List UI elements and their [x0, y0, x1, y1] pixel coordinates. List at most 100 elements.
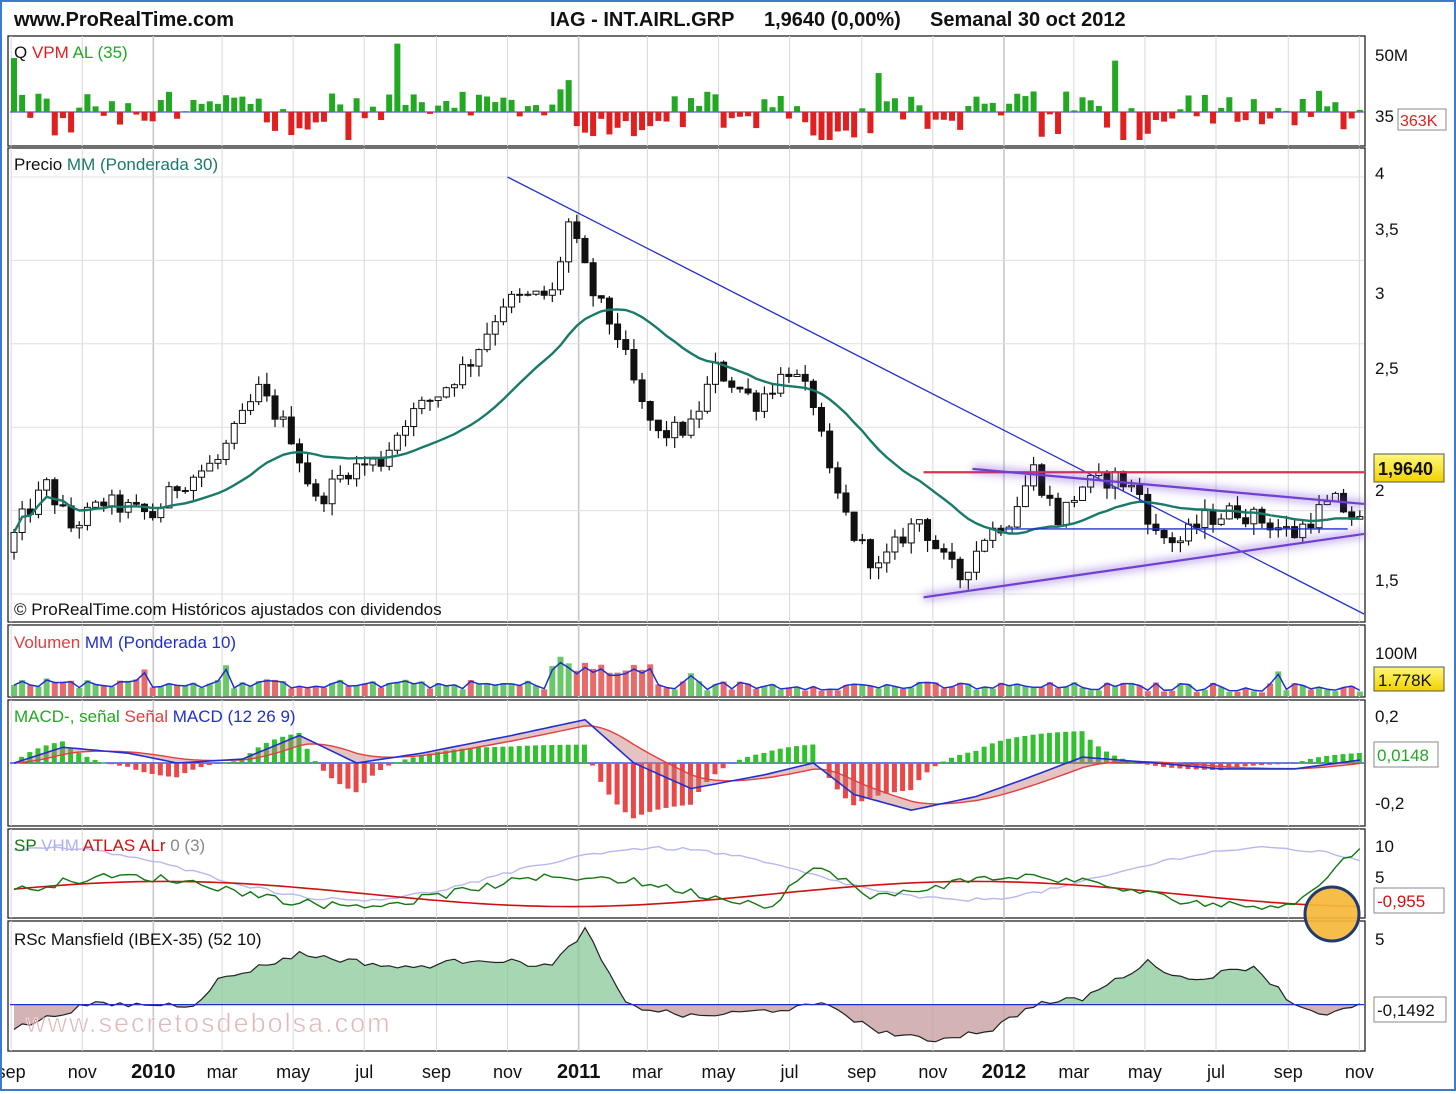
macd-histogram-bar [1242, 763, 1248, 767]
q-bar-up [353, 98, 360, 112]
sp-legend-item: VHM [41, 836, 83, 855]
macd-histogram-bar [777, 748, 783, 763]
price-legend-item: (Ponderada 30) [100, 155, 218, 174]
candle-body [1209, 510, 1217, 525]
q-bar-up [794, 106, 801, 112]
candle-body [320, 495, 328, 505]
q-bar-up [1185, 95, 1192, 112]
volume-bar [198, 687, 205, 696]
macd-histogram-bar [1275, 763, 1281, 765]
volume-bar [345, 686, 352, 696]
x-tick-label: 2011 [557, 1061, 600, 1083]
candle-body [1242, 517, 1250, 525]
macd-histogram-bar [100, 762, 106, 764]
rsc-badge: -0,1492 [1377, 1001, 1435, 1020]
volume-bar [1356, 691, 1363, 696]
candle-body [92, 501, 100, 508]
volume-bar [949, 687, 956, 696]
macd-legend-item: MACD-, señal [14, 707, 125, 726]
x-tick-label: may [701, 1062, 735, 1082]
macd-histogram-bar [337, 763, 343, 785]
q-bar-up [696, 105, 703, 112]
candle-body [214, 458, 222, 464]
volume-bar [867, 685, 874, 696]
site-title[interactable]: www.ProRealTime.com [13, 9, 234, 31]
volume-bar [1014, 683, 1021, 696]
q-bar-down [663, 112, 670, 122]
q-bar-down [957, 112, 964, 130]
volume-bar [231, 688, 238, 696]
macd-histogram-bar [541, 745, 547, 763]
q-bar-up [92, 106, 99, 112]
macd-histogram-bar [475, 747, 481, 763]
q-bar-down [378, 112, 385, 121]
x-tick-label: 2012 [982, 1061, 1027, 1083]
macd-line [13, 718, 1360, 812]
candle-body [1176, 540, 1184, 544]
volume-bar [92, 684, 99, 696]
candle-body [760, 393, 768, 412]
candle-body [1185, 523, 1193, 542]
volume-bar [541, 689, 548, 696]
candle-body [1062, 501, 1070, 526]
macd-histogram-bar [165, 763, 171, 777]
volume-bar [149, 687, 156, 696]
candle-body [344, 474, 352, 480]
price-legend-item: Precio [14, 155, 67, 174]
candle-body [369, 458, 377, 466]
panel-price[interactable] [7, 147, 1366, 623]
q-bar-down [581, 112, 588, 133]
q-bar-down [1046, 112, 1053, 115]
volume-bar [802, 690, 809, 696]
candle-body [834, 467, 842, 494]
macd-histogram-bar [410, 757, 416, 763]
volume-bar [851, 683, 858, 696]
candle-body [238, 409, 246, 424]
candle-body [687, 418, 695, 436]
q-bar-up [981, 103, 988, 112]
macd-histogram-bar [484, 747, 490, 763]
volume-bar [51, 681, 58, 696]
candle-body [932, 539, 940, 550]
candle-body [361, 463, 369, 466]
macd-histogram-bar [117, 763, 123, 766]
candle-body [475, 349, 483, 367]
q-bar-down [1258, 112, 1265, 125]
candle-body [581, 237, 589, 264]
macd-badge: 0,0148 [1377, 746, 1429, 765]
q-bar-up [1006, 103, 1013, 112]
volume-bar [875, 688, 882, 696]
macd-histogram-bar [1258, 763, 1264, 766]
q-bar-down [272, 112, 279, 131]
macd-histogram-bar [174, 763, 180, 778]
q-bar-up [165, 91, 172, 112]
candle-body [189, 476, 197, 491]
candle-body [638, 379, 646, 403]
candle-body [548, 289, 556, 296]
candle-body [483, 333, 491, 351]
volume-bar [320, 687, 327, 696]
q-bar-up [777, 95, 784, 112]
q-bar-up [1218, 107, 1225, 112]
volume-bar [353, 685, 360, 696]
macd-histogram-bar [108, 763, 114, 765]
x-tick-label: nov [918, 1062, 947, 1082]
macd-histogram-bar [329, 763, 335, 779]
q-bar-down [745, 112, 752, 117]
volume-bar [484, 683, 491, 696]
candle-body [711, 361, 719, 385]
panel-sp[interactable] [7, 828, 1366, 919]
candle-body [67, 505, 75, 529]
volume-bar [1022, 686, 1029, 696]
q-bar-up [435, 105, 442, 112]
macd-histogram-bar [965, 752, 971, 763]
q-bar-up [214, 103, 221, 112]
q-bar-down [573, 112, 580, 127]
macd-histogram-bar [900, 763, 906, 792]
volume-bar [516, 685, 523, 696]
volume-bar [312, 686, 319, 696]
price-tick-2-5: 2,5 [1375, 359, 1399, 378]
panel-q[interactable] [7, 35, 1366, 147]
q-bar-up [989, 102, 996, 112]
q-bar-up [1250, 99, 1257, 112]
